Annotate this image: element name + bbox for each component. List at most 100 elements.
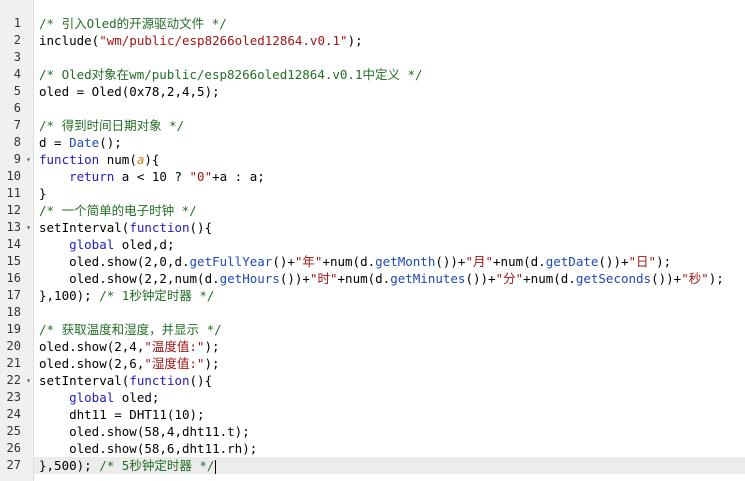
code-token-comment: /* 得到时间日期对象 */ <box>39 118 185 133</box>
code-token-builtin: getHours <box>219 271 280 286</box>
code-line[interactable]: 11} <box>0 185 745 202</box>
code-text[interactable]: /* Oled对象在wm/public/esp8266oled12864.v0.… <box>34 66 745 83</box>
line-number: 21 <box>6 356 21 370</box>
code-text[interactable]: dht11 = DHT11(10); <box>34 406 745 423</box>
fold-arrow-icon[interactable]: ▾ <box>24 151 33 168</box>
line-number: 27 <box>6 458 21 472</box>
code-line[interactable]: 7 /* 得到时间日期对象 */ <box>0 117 745 134</box>
code-token-keyword: global <box>69 390 115 405</box>
code-token-plain: ); <box>708 271 724 286</box>
code-text[interactable]: },100); /* 1秒钟定时器 */ <box>34 287 745 304</box>
code-line[interactable]: 17},100); /* 1秒钟定时器 */ <box>0 287 745 304</box>
code-token-string: "日" <box>628 254 657 269</box>
code-line[interactable]: 19 /* 获取温度和湿度，并显示 */ <box>0 321 745 338</box>
code-line[interactable]: 25 oled.show(58,4,dht11.t); <box>0 423 745 440</box>
code-line[interactable]: 24 dht11 = DHT11(10); <box>0 406 745 423</box>
code-text[interactable]: oled.show(2,2,num(d.getHours())+"时"+num(… <box>34 270 745 287</box>
code-text[interactable]: return a < 10 ? "0"+a : a; <box>34 168 745 185</box>
code-text[interactable]: oled.show(2,0,d.getFullYear()+"年"+num(d.… <box>34 253 745 270</box>
code-token-plain: include( <box>39 33 100 48</box>
code-token-keyword: return <box>69 169 115 184</box>
code-token-plain: oled = Oled(0x78,2,4,5); <box>39 84 220 99</box>
line-number: 12 <box>6 203 21 217</box>
code-text[interactable] <box>34 304 745 321</box>
line-number: 3 <box>13 50 21 64</box>
code-text[interactable]: },500); /* 5秒钟定时器 */ <box>34 457 745 474</box>
code-token-plain: oled.show(58,6,dht11.rh); <box>39 441 258 456</box>
code-token-plain: setInterval( <box>39 220 130 235</box>
code-line[interactable]: 3 <box>0 49 745 66</box>
code-line[interactable]: 20 oled.show(2,4,"温度值:"); <box>0 338 745 355</box>
code-line[interactable]: 1 /* 引入Oled的开源驱动文件 */ <box>0 15 745 32</box>
code-line[interactable]: 21 oled.show(2,6,"湿度值:"); <box>0 355 745 372</box>
code-line[interactable]: 13 ▾ setInterval(function(){ <box>0 219 745 236</box>
code-token-comment: /* 引入Oled的开源驱动文件 */ <box>39 16 227 31</box>
code-text[interactable]: /* 获取温度和湿度，并显示 */ <box>34 321 745 338</box>
code-text[interactable]: d = Date(); <box>34 134 745 151</box>
code-line[interactable]: 9 ▾ function num(a){ <box>0 151 745 168</box>
code-text[interactable]: oled.show(2,6,"湿度值:"); <box>34 355 745 372</box>
code-line[interactable]: 4 /* Oled对象在wm/public/esp8266oled12864.v0… <box>0 66 745 83</box>
code-line[interactable]: 2 include("wm/public/esp8266oled12864.v0.… <box>0 32 745 49</box>
line-number: 5 <box>13 84 21 98</box>
code-text[interactable]: /* 引入Oled的开源驱动文件 */ <box>34 15 745 32</box>
code-line[interactable]: 6 <box>0 100 745 117</box>
code-line[interactable]: 14 global oled,d; <box>0 236 745 253</box>
code-text[interactable]: function num(a){ <box>34 151 745 168</box>
code-text[interactable]: /* 一个简单的电子时钟 */ <box>34 202 745 219</box>
fold-arrow-icon[interactable]: ▾ <box>24 372 33 389</box>
code-token-plain: oled; <box>114 390 160 405</box>
code-line[interactable]: 27 },500); /* 5秒钟定时器 */ <box>0 457 745 474</box>
code-text[interactable]: oled.show(2,4,"温度值:"); <box>34 338 745 355</box>
code-token-plain: ); <box>204 356 220 371</box>
code-line[interactable]: 15 oled.show(2,0,d.getFullYear()+"年"+num… <box>0 253 745 270</box>
line-number: 18 <box>6 305 21 319</box>
code-token-plain: (); <box>99 135 122 150</box>
code-text[interactable]: global oled; <box>34 389 745 406</box>
code-token-plain: ){ <box>144 152 160 167</box>
code-editor[interactable]: 1 /* 引入Oled的开源驱动文件 */ 2 include("wm/public/… <box>0 0 745 481</box>
code-text[interactable]: setInterval(function(){ <box>34 219 745 236</box>
code-line[interactable]: 10 return a < 10 ? "0"+a : a; <box>0 168 745 185</box>
code-token-string: "秒" <box>681 271 709 286</box>
code-token-plain: oled.show(2,6, <box>39 356 145 371</box>
code-token-string: "月" <box>465 254 494 269</box>
line-number: 25 <box>6 424 21 438</box>
code-token-comment: /* 5秒钟定时器 */ <box>99 458 215 473</box>
code-line[interactable]: 26 oled.show(58,6,dht11.rh); <box>0 440 745 457</box>
code-token-plain: ())+ <box>651 271 682 286</box>
line-number: 23 <box>6 390 21 404</box>
code-text[interactable]: /* 得到时间日期对象 */ <box>34 117 745 134</box>
code-text[interactable]: oled.show(58,6,dht11.rh); <box>34 440 745 457</box>
code-token-plain: (){ <box>189 220 213 235</box>
code-text[interactable]: global oled,d; <box>34 236 745 253</box>
code-text[interactable] <box>34 100 745 117</box>
code-line[interactable]: 5 oled = Oled(0x78,2,4,5); <box>0 83 745 100</box>
code-text[interactable]: setInterval(function(){ <box>34 372 745 389</box>
code-token-plain: d = <box>39 135 70 150</box>
code-token-plain: } <box>39 186 47 201</box>
code-text[interactable]: oled.show(58,4,dht11.t); <box>34 423 745 440</box>
fold-arrow-icon[interactable]: ▾ <box>24 219 33 236</box>
code-token-plain: num( <box>99 152 137 167</box>
code-token-builtin: Date <box>69 135 100 150</box>
code-line[interactable]: 8 d = Date(); <box>0 134 745 151</box>
code-token-builtin: getDate <box>545 254 599 269</box>
code-line[interactable]: 22 ▾ setInterval(function(){ <box>0 372 745 389</box>
code-token-comment: /* Oled对象在wm/public/esp8266oled12864.v0.… <box>39 67 423 82</box>
line-number: 13 <box>6 220 21 234</box>
code-text[interactable]: include("wm/public/esp8266oled12864.v0.1… <box>34 32 745 49</box>
code-text[interactable]: } <box>34 185 745 202</box>
code-token-keyword: function <box>129 373 190 388</box>
code-line[interactable]: 12 /* 一个简单的电子时钟 */ <box>0 202 745 219</box>
code-line[interactable]: 18 <box>0 304 745 321</box>
code-text[interactable]: oled = Oled(0x78,2,4,5); <box>34 83 745 100</box>
code-token-plain: oled.show(2,0,d. <box>39 254 190 269</box>
code-line[interactable]: 23 global oled; <box>0 389 745 406</box>
line-number: 1 <box>13 16 21 30</box>
line-number: 20 <box>6 339 21 353</box>
code-line[interactable]: 16 oled.show(2,2,num(d.getHours())+"时"+n… <box>0 270 745 287</box>
code-token-plain: +num(d. <box>322 254 376 269</box>
code-text[interactable] <box>34 49 745 66</box>
